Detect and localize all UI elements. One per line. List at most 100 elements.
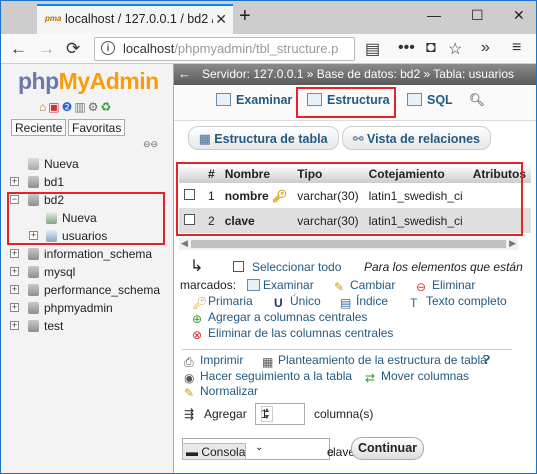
unique-marked-link[interactable]: U Único bbox=[274, 294, 321, 310]
close-window-button[interactable]: ✕ bbox=[513, 7, 525, 24]
phpmyadmin-favicon-icon: pma bbox=[45, 14, 62, 23]
new-tab-button[interactable]: + bbox=[239, 5, 251, 28]
home-icon[interactable]: ⌂ bbox=[39, 100, 48, 114]
scroll-right-icon[interactable]: ▶ bbox=[509, 238, 516, 249]
collapse-link-icon[interactable]: ⊖⊖ bbox=[143, 139, 158, 150]
remove-central-icon: ⊗ bbox=[192, 328, 203, 342]
tab-close-icon[interactable]: ✕ bbox=[215, 11, 227, 28]
spinner-arrows-icon[interactable]: ▲ ▼ bbox=[261, 406, 273, 422]
database-icon bbox=[28, 284, 39, 296]
bookmark-star-icon[interactable]: ☆ bbox=[448, 39, 462, 59]
tab-sql[interactable]: SQL bbox=[407, 93, 453, 107]
maximize-button[interactable]: ☐ bbox=[471, 7, 484, 24]
exit-icon[interactable]: ▣ bbox=[48, 100, 61, 114]
docs-icon[interactable]: ▥ bbox=[74, 100, 87, 114]
expand-icon[interactable]: + bbox=[10, 267, 19, 276]
continue-button[interactable]: Continuar bbox=[351, 437, 424, 460]
database-icon bbox=[28, 176, 39, 188]
phpmyadmin-logo[interactable]: phpMyAdmin bbox=[18, 68, 159, 95]
sql-icon bbox=[407, 93, 422, 106]
add-label: Agregar bbox=[204, 407, 247, 421]
structure-icon: ▦ bbox=[262, 355, 274, 369]
navigation-sidebar: phpMyAdmin ⌂▣❷▥⚙♻ Reciente Favoritas ⊖⊖ … bbox=[1, 64, 174, 473]
select-arrow-icon: ↳ bbox=[190, 258, 204, 275]
browse-icon bbox=[247, 279, 260, 291]
minimize-button[interactable]: — bbox=[427, 7, 441, 23]
sidebar-icon-row: ⌂▣❷▥⚙♻ bbox=[39, 100, 113, 114]
browse-icon bbox=[216, 93, 231, 106]
select-all-link[interactable]: Seleccionar todo bbox=[252, 260, 341, 274]
database-icon bbox=[28, 320, 39, 332]
pencil-icon: ✎ bbox=[334, 280, 345, 294]
drop-marked-link[interactable]: ⊖ Eliminar bbox=[416, 278, 475, 294]
horizontal-scrollbar[interactable]: ◀ ▶ bbox=[179, 238, 518, 250]
overflow-chevron-icon[interactable]: » bbox=[481, 39, 490, 57]
help-icon[interactable]: ❷ bbox=[62, 100, 75, 114]
add-count-input[interactable]: 1 ▲ ▼ bbox=[255, 403, 305, 425]
top-tabs: Examinar Estructura SQL 🔍︎ bbox=[174, 85, 536, 121]
breadcrumb-text[interactable]: Servidor: 127.0.0.1 » Base de datos: bd2… bbox=[202, 67, 514, 81]
main-content: ← Servidor: 127.0.0.1 » Base de datos: b… bbox=[174, 64, 536, 473]
add-central-icon: ⊕ bbox=[192, 312, 203, 326]
fulltext-icon: T bbox=[410, 296, 418, 310]
menu-hamburger-icon[interactable]: ≡ bbox=[512, 39, 521, 57]
browser-window: pma localhost / 127.0.0.1 / bd2 / us ✕ +… bbox=[0, 0, 537, 474]
unique-icon: U bbox=[274, 296, 283, 310]
console-icon: ▬ bbox=[186, 445, 202, 459]
scrollbar-thumb[interactable] bbox=[191, 240, 506, 248]
search-icon[interactable]: 🔍︎ bbox=[469, 93, 485, 108]
help-icon[interactable]: ❓︎ bbox=[483, 353, 490, 368]
tab-bar: pma localhost / 127.0.0.1 / bd2 / us ✕ +… bbox=[1, 1, 536, 34]
normalize-link[interactable]: ✎ Normalizar bbox=[184, 384, 258, 400]
fulltext-marked-link[interactable]: T Texto completo bbox=[410, 294, 507, 310]
structure-table-button[interactable]: ▦ Estructura de tabla bbox=[188, 126, 339, 150]
move-columns-link[interactable]: ⇄ Mover columnas bbox=[365, 369, 469, 385]
printer-icon: ⎙ bbox=[184, 355, 194, 369]
pocket-icon[interactable]: ◘ bbox=[426, 39, 436, 57]
track-table-link[interactable]: ◉ Hacer seguimiento a la tabla bbox=[184, 369, 352, 385]
chevron-down-icon: ⌄ bbox=[255, 442, 264, 453]
propose-structure-link[interactable]: ▦ Planteamiento de la estructura de tabla bbox=[262, 353, 487, 369]
database-icon bbox=[28, 302, 39, 314]
change-marked-link[interactable]: ✎ Cambiar bbox=[334, 278, 395, 294]
remove-central-columns-link[interactable]: ⊗ Eliminar de las columnas centrales bbox=[192, 326, 393, 342]
reload-icon[interactable]: ⟳ bbox=[66, 39, 80, 59]
divider bbox=[182, 349, 512, 350]
columns-label: columna(s) bbox=[314, 407, 374, 421]
highlight-box bbox=[176, 162, 523, 236]
collapse-arrow-icon[interactable]: ← bbox=[178, 66, 191, 81]
back-arrow-icon[interactable]: ← bbox=[10, 39, 27, 59]
site-info-icon[interactable]: i bbox=[101, 41, 115, 55]
marked-label: marcados: bbox=[180, 278, 237, 292]
url-bar[interactable]: i localhost/phpmyadmin/tbl_structure.p bbox=[94, 37, 355, 61]
for-marked-text: Para los elementos que están bbox=[364, 260, 523, 274]
refresh-icon[interactable]: ♻ bbox=[100, 100, 113, 114]
print-link[interactable]: ⎙ Imprimir bbox=[184, 353, 243, 369]
relation-view-button[interactable]: ⚯ Vista de relaciones bbox=[342, 126, 491, 150]
move-icon: ⇄ bbox=[365, 371, 376, 385]
favorites-button[interactable]: Favoritas bbox=[68, 119, 126, 136]
primary-marked-link[interactable]: 🔑︎Primaria bbox=[192, 294, 253, 310]
recent-button[interactable]: Reciente bbox=[11, 119, 67, 136]
select-all-checkbox[interactable] bbox=[233, 261, 244, 272]
page-actions-icon[interactable]: ••• bbox=[398, 39, 415, 57]
add-central-columns-link[interactable]: ⊕ Agregar a columnas centrales bbox=[192, 310, 367, 326]
highlight-box bbox=[7, 192, 165, 245]
reader-view-icon[interactable]: ▤ bbox=[365, 39, 380, 59]
console-toggle[interactable]: ▬ Consola bbox=[182, 443, 246, 460]
expand-icon[interactable]: + bbox=[10, 285, 19, 294]
index-marked-link[interactable]: ▤ Índice bbox=[340, 294, 388, 310]
tab-examinar[interactable]: Examinar bbox=[216, 93, 292, 107]
expand-icon[interactable]: + bbox=[10, 321, 19, 330]
browse-marked-link[interactable]: Examinar bbox=[247, 278, 314, 292]
expand-icon[interactable]: + bbox=[10, 249, 19, 258]
forward-arrow-icon[interactable]: → bbox=[38, 39, 55, 59]
index-icon: ▤ bbox=[340, 296, 352, 310]
database-icon bbox=[28, 266, 39, 278]
url-text: localhost/phpmyadmin/tbl_structure.p bbox=[123, 41, 339, 56]
settings-gear-icon[interactable]: ⚙ bbox=[88, 100, 101, 114]
expand-icon[interactable]: + bbox=[10, 177, 19, 186]
browser-tab[interactable]: pma localhost / 127.0.0.1 / bd2 / us ✕ bbox=[37, 4, 233, 34]
scroll-left-icon[interactable]: ◀ bbox=[181, 238, 188, 249]
expand-icon[interactable]: + bbox=[10, 303, 19, 312]
